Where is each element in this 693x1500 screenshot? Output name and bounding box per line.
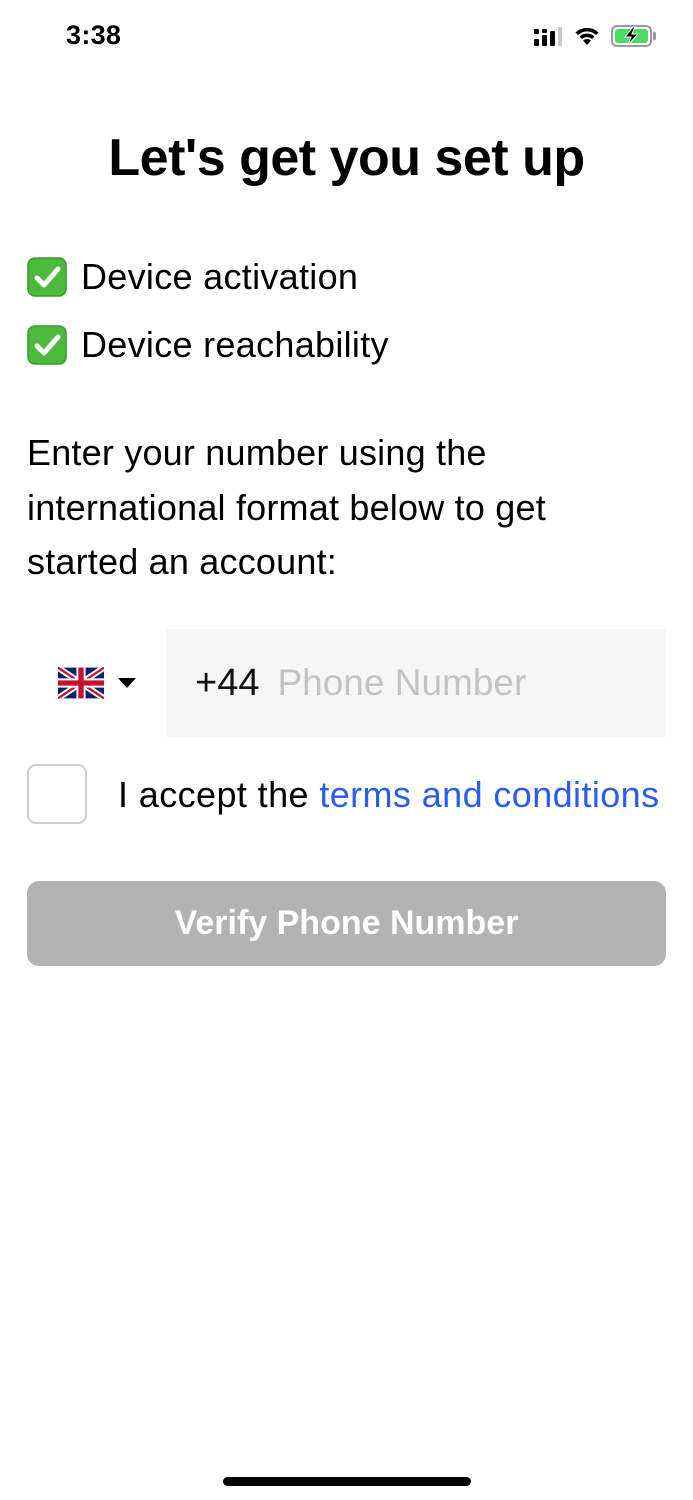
terms-prefix: I accept the <box>118 774 320 815</box>
checkmark-box-icon <box>27 257 67 297</box>
phone-number-field[interactable]: +44 <box>166 629 666 737</box>
terms-row: I accept the terms and conditions <box>27 764 693 828</box>
battery-charging-icon <box>611 25 656 47</box>
wifi-icon <box>575 27 599 45</box>
checklist-item-device-activation: Device activation <box>27 252 667 302</box>
status-bar: 3:38 <box>0 0 693 80</box>
chevron-down-icon <box>117 678 136 688</box>
setup-checklist: Device activation Device reachability <box>27 252 667 388</box>
uk-flag-icon <box>57 667 104 699</box>
page-title: Let's get you set up <box>108 129 585 187</box>
dial-code: +44 <box>195 661 260 704</box>
status-icons <box>533 24 657 48</box>
verify-phone-number-button[interactable]: Verify Phone Number <box>27 881 666 966</box>
instructions-text: Enter your number using the internationa… <box>27 432 546 582</box>
cellular-signal-icon <box>534 27 562 46</box>
checklist-item-label: Device activation <box>81 256 359 297</box>
terms-checkbox[interactable] <box>27 764 87 824</box>
country-picker[interactable] <box>27 629 166 737</box>
checklist-item-device-reachability: Device reachability <box>27 320 667 370</box>
terms-and-conditions-link[interactable]: terms and conditions <box>319 774 659 815</box>
status-time: 3:38 <box>66 20 122 50</box>
home-indicator[interactable] <box>223 1477 471 1486</box>
terms-text: I accept the terms and conditions <box>118 774 660 816</box>
checklist-item-label: Device reachability <box>81 324 389 365</box>
phone-entry-row: +44 <box>27 629 666 737</box>
phone-number-input[interactable] <box>277 662 598 704</box>
checkmark-box-icon <box>27 325 67 365</box>
